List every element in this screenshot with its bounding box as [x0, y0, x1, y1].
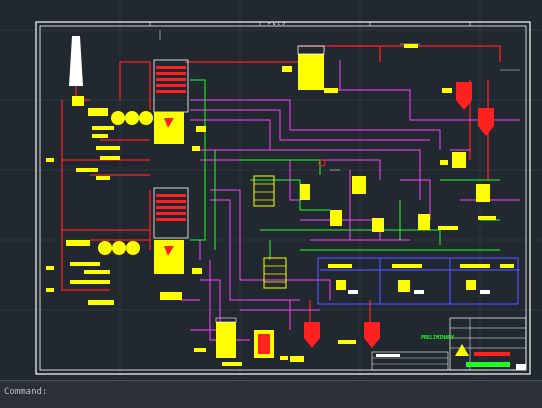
top-storage-tank[interactable]: [282, 45, 338, 93]
process-lines-red: [61, 45, 501, 330]
filter-unit-white-marks: [348, 290, 490, 294]
column-lower[interactable]: [153, 187, 189, 274]
bottom-tank-mid[interactable]: [254, 330, 274, 358]
bottom-tank-left[interactable]: [215, 317, 237, 358]
frame-right-marker: [516, 364, 526, 370]
frame-label: P & I D: [268, 21, 285, 26]
background-grid: [0, 0, 542, 380]
preliminary-label: PRELIMINARY: [421, 335, 454, 341]
cad-drawing-canvas[interactable]: P & I D PRELIMINARY: [0, 0, 542, 380]
filter-unit-cluster[interactable]: [328, 264, 514, 292]
drawing-frame-inner: [39, 25, 527, 371]
chimney-stack[interactable]: [69, 36, 83, 86]
drawing-frame-outer: [35, 21, 531, 375]
hopper-right-upper[interactable]: [442, 82, 472, 110]
command-line-bar[interactable]: Command:: [0, 380, 542, 408]
column-upper[interactable]: [153, 59, 189, 144]
bottom-hoppers[interactable]: [290, 322, 380, 362]
command-prompt[interactable]: Command:: [4, 387, 47, 397]
drawing-viewport[interactable]: P & I D PRELIMINARY: [0, 0, 542, 380]
pump-group-lower[interactable]: [66, 240, 140, 255]
valve-labels-left: [46, 126, 120, 305]
title-block: [449, 317, 527, 371]
filter-tank-lower[interactable]: [263, 257, 287, 289]
revision-table: [371, 351, 449, 371]
